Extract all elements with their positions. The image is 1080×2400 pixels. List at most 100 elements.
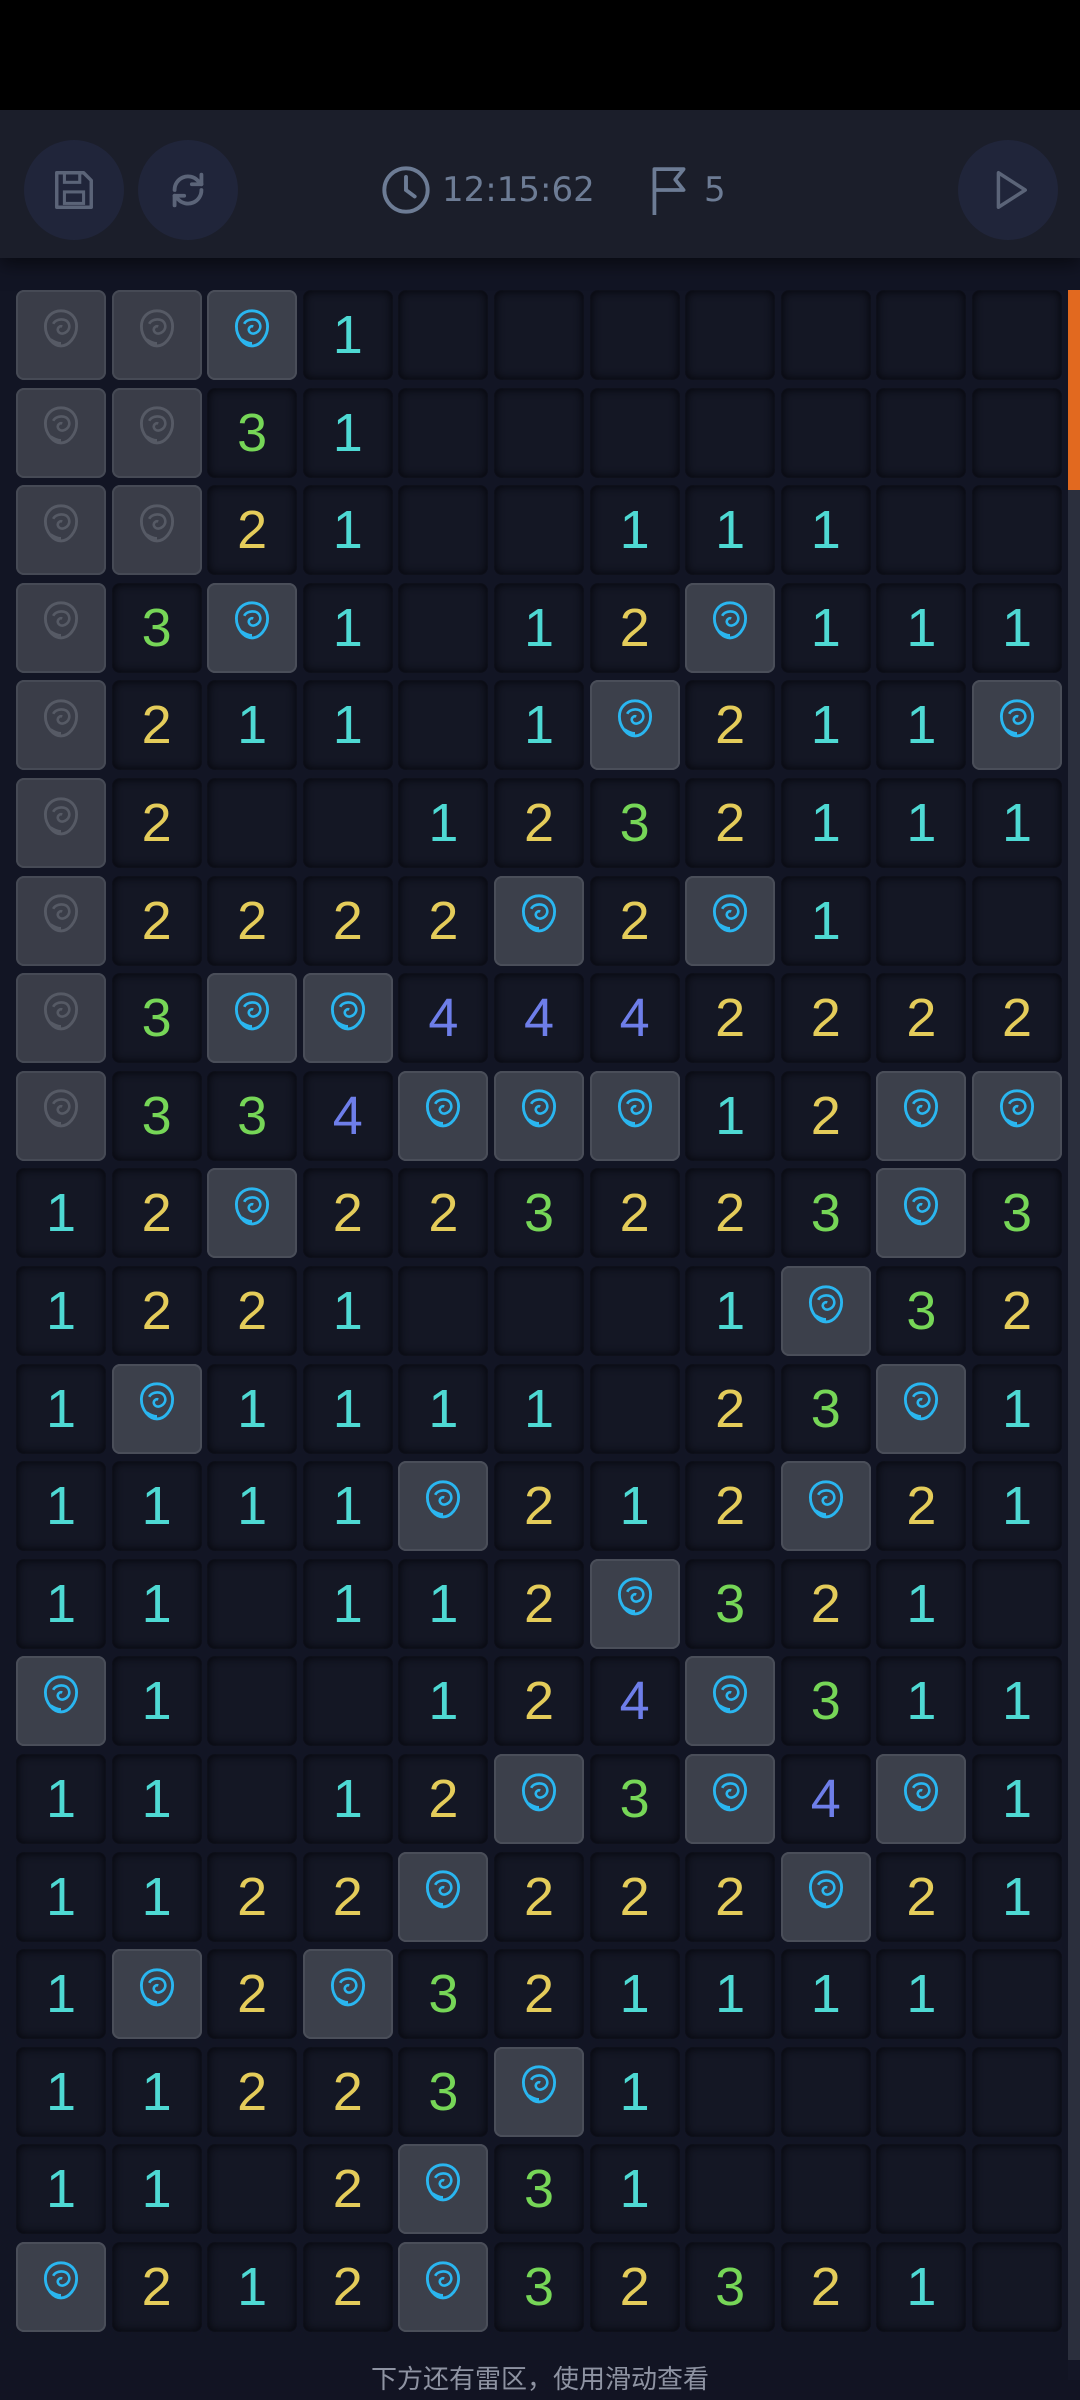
revealed-mine-tile[interactable] xyxy=(589,1558,680,1649)
number-tile[interactable]: 2 xyxy=(111,778,202,868)
number-tile[interactable]: 1 xyxy=(16,1461,106,1552)
unrevealed-tile[interactable] xyxy=(111,290,202,380)
empty-tile[interactable] xyxy=(876,875,967,966)
number-tile[interactable]: 2 xyxy=(972,1266,1062,1356)
number-tile[interactable]: 1 xyxy=(16,1851,106,1942)
unrevealed-tile[interactable] xyxy=(16,290,106,380)
revealed-mine-tile[interactable] xyxy=(494,2046,584,2137)
empty-tile[interactable] xyxy=(302,778,393,868)
revealed-mine-tile[interactable] xyxy=(589,1070,680,1161)
number-tile[interactable]: 1 xyxy=(685,485,776,576)
number-tile[interactable]: 2 xyxy=(302,2144,393,2235)
revealed-mine-tile[interactable] xyxy=(494,875,584,966)
empty-tile[interactable] xyxy=(780,2144,871,2235)
number-tile[interactable]: 2 xyxy=(398,1754,489,1844)
number-tile[interactable]: 1 xyxy=(111,1656,202,1747)
number-tile[interactable]: 2 xyxy=(111,1266,202,1356)
empty-tile[interactable] xyxy=(780,290,871,380)
empty-tile[interactable] xyxy=(876,2144,967,2235)
number-tile[interactable]: 1 xyxy=(16,1754,106,1844)
number-tile[interactable]: 1 xyxy=(111,2046,202,2137)
number-tile[interactable]: 1 xyxy=(589,1461,680,1552)
revealed-mine-tile[interactable] xyxy=(780,1851,871,1942)
empty-tile[interactable] xyxy=(207,1656,298,1747)
revealed-mine-tile[interactable] xyxy=(111,1949,202,2040)
number-tile[interactable]: 3 xyxy=(780,1363,871,1454)
unrevealed-tile[interactable] xyxy=(16,387,106,478)
number-tile[interactable]: 2 xyxy=(302,2242,393,2332)
number-tile[interactable]: 4 xyxy=(398,973,489,1064)
number-tile[interactable]: 1 xyxy=(207,2242,298,2332)
unrevealed-tile[interactable] xyxy=(16,973,106,1064)
number-tile[interactable]: 2 xyxy=(685,1851,776,1942)
number-tile[interactable]: 2 xyxy=(207,1851,298,1942)
number-tile[interactable]: 1 xyxy=(589,1949,680,2040)
revealed-mine-tile[interactable] xyxy=(207,973,298,1064)
revealed-mine-tile[interactable] xyxy=(398,1851,489,1942)
empty-tile[interactable] xyxy=(876,290,967,380)
number-tile[interactable]: 2 xyxy=(494,1851,584,1942)
empty-tile[interactable] xyxy=(972,1558,1062,1649)
number-tile[interactable]: 3 xyxy=(780,1656,871,1747)
number-tile[interactable]: 1 xyxy=(780,680,871,771)
number-tile[interactable]: 4 xyxy=(494,973,584,1064)
number-tile[interactable]: 1 xyxy=(302,387,393,478)
number-tile[interactable]: 3 xyxy=(207,387,298,478)
revealed-mine-tile[interactable] xyxy=(398,1070,489,1161)
number-tile[interactable]: 2 xyxy=(111,875,202,966)
empty-tile[interactable] xyxy=(972,2046,1062,2137)
number-tile[interactable]: 1 xyxy=(972,1754,1062,1844)
number-tile[interactable]: 1 xyxy=(111,1461,202,1552)
number-tile[interactable]: 2 xyxy=(302,1851,393,1942)
number-tile[interactable]: 1 xyxy=(302,1754,393,1844)
unrevealed-tile[interactable] xyxy=(16,485,106,576)
empty-tile[interactable] xyxy=(876,485,967,576)
empty-tile[interactable] xyxy=(685,2144,776,2235)
number-tile[interactable]: 1 xyxy=(972,1851,1062,1942)
number-tile[interactable]: 1 xyxy=(207,1461,298,1552)
number-tile[interactable]: 2 xyxy=(685,1461,776,1552)
number-tile[interactable]: 2 xyxy=(780,1070,871,1161)
number-tile[interactable]: 2 xyxy=(685,680,776,771)
revealed-mine-tile[interactable] xyxy=(972,1070,1062,1161)
number-tile[interactable]: 2 xyxy=(589,875,680,966)
number-tile[interactable]: 1 xyxy=(398,778,489,868)
number-tile[interactable]: 3 xyxy=(494,2144,584,2235)
number-tile[interactable]: 2 xyxy=(111,680,202,771)
revealed-mine-tile[interactable] xyxy=(398,2144,489,2235)
empty-tile[interactable] xyxy=(972,875,1062,966)
unrevealed-tile[interactable] xyxy=(111,485,202,576)
number-tile[interactable]: 3 xyxy=(207,1070,298,1161)
number-tile[interactable]: 2 xyxy=(780,973,871,1064)
number-tile[interactable]: 2 xyxy=(589,582,680,673)
scrollbar-thumb[interactable] xyxy=(1068,290,1080,490)
number-tile[interactable]: 2 xyxy=(207,2046,298,2137)
revealed-mine-tile[interactable] xyxy=(398,1461,489,1552)
number-tile[interactable]: 2 xyxy=(972,973,1062,1064)
number-tile[interactable]: 1 xyxy=(16,1558,106,1649)
number-tile[interactable]: 1 xyxy=(302,582,393,673)
number-tile[interactable]: 1 xyxy=(780,875,871,966)
revealed-mine-tile[interactable] xyxy=(972,680,1062,771)
revealed-mine-tile[interactable] xyxy=(876,1168,967,1259)
empty-tile[interactable] xyxy=(398,290,489,380)
number-tile[interactable]: 3 xyxy=(494,2242,584,2332)
number-tile[interactable]: 2 xyxy=(302,2046,393,2137)
number-tile[interactable]: 1 xyxy=(16,1266,106,1356)
number-tile[interactable]: 1 xyxy=(972,778,1062,868)
unrevealed-tile[interactable] xyxy=(16,680,106,771)
number-tile[interactable]: 2 xyxy=(589,2242,680,2332)
number-tile[interactable]: 2 xyxy=(207,1266,298,1356)
revealed-mine-tile[interactable] xyxy=(302,1949,393,2040)
number-tile[interactable]: 1 xyxy=(589,2144,680,2235)
restart-button[interactable] xyxy=(138,140,238,240)
empty-tile[interactable] xyxy=(207,1754,298,1844)
empty-tile[interactable] xyxy=(972,1949,1062,2040)
empty-tile[interactable] xyxy=(494,387,584,478)
number-tile[interactable]: 2 xyxy=(589,1168,680,1259)
number-tile[interactable]: 1 xyxy=(876,778,967,868)
number-tile[interactable]: 2 xyxy=(302,875,393,966)
number-tile[interactable]: 1 xyxy=(780,778,871,868)
number-tile[interactable]: 2 xyxy=(876,973,967,1064)
number-tile[interactable]: 2 xyxy=(780,1558,871,1649)
